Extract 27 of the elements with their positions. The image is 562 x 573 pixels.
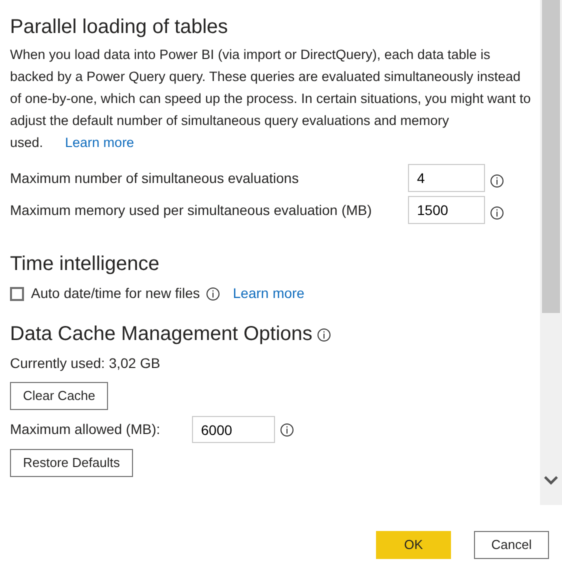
number-field[interactable]: 4 xyxy=(408,164,485,192)
number-field[interactable]: 1500 xyxy=(408,196,485,224)
info-icon[interactable] xyxy=(490,206,504,220)
ok-button[interactable]: OK xyxy=(376,531,451,559)
info-icon[interactable] xyxy=(280,422,294,436)
cache-usage-text: Currently used: 3,02 GB xyxy=(10,354,162,373)
field-label: Maximum memory used per simultaneous evaluation (MB) xyxy=(10,200,373,220)
description-text: When you load data into Power BI (via import or DirectQuery), each data table is backed by a Power Query query. These queries are evaluated simultaneously instead of one-by-one, which can speed up the process. In certain situations, you might want to adjust the default number of simultaneous query evaluations and memory used. Learn more xyxy=(10,46,532,152)
clear-cache-button[interactable]: Clear Cache xyxy=(10,382,108,410)
section-heading: Time intelligence xyxy=(10,252,160,277)
checkbox-label: Auto date/time for new files xyxy=(31,284,200,303)
field-label: Maximum number of simultaneous evaluations xyxy=(10,168,300,188)
scrollbar[interactable] xyxy=(540,0,562,505)
section-heading: Parallel loading of tables xyxy=(10,15,229,40)
learn-more-link[interactable]: Learn more xyxy=(232,283,304,304)
info-icon[interactable] xyxy=(317,328,332,342)
number-field[interactable]: 6000 xyxy=(192,416,275,443)
chevron-down-icon[interactable] xyxy=(544,475,558,485)
cancel-button[interactable]: Cancel xyxy=(474,531,549,559)
checkbox[interactable] xyxy=(10,286,24,300)
info-icon[interactable] xyxy=(490,174,504,188)
learn-more-link[interactable]: Learn more xyxy=(65,135,134,150)
restore-defaults-button[interactable]: Restore Defaults xyxy=(10,449,133,477)
field-label: Maximum allowed (MB): xyxy=(10,420,162,439)
info-icon[interactable] xyxy=(206,286,220,300)
section-heading: Data Cache Management Options xyxy=(10,322,312,347)
scrollbar-thumb[interactable] xyxy=(542,0,560,313)
